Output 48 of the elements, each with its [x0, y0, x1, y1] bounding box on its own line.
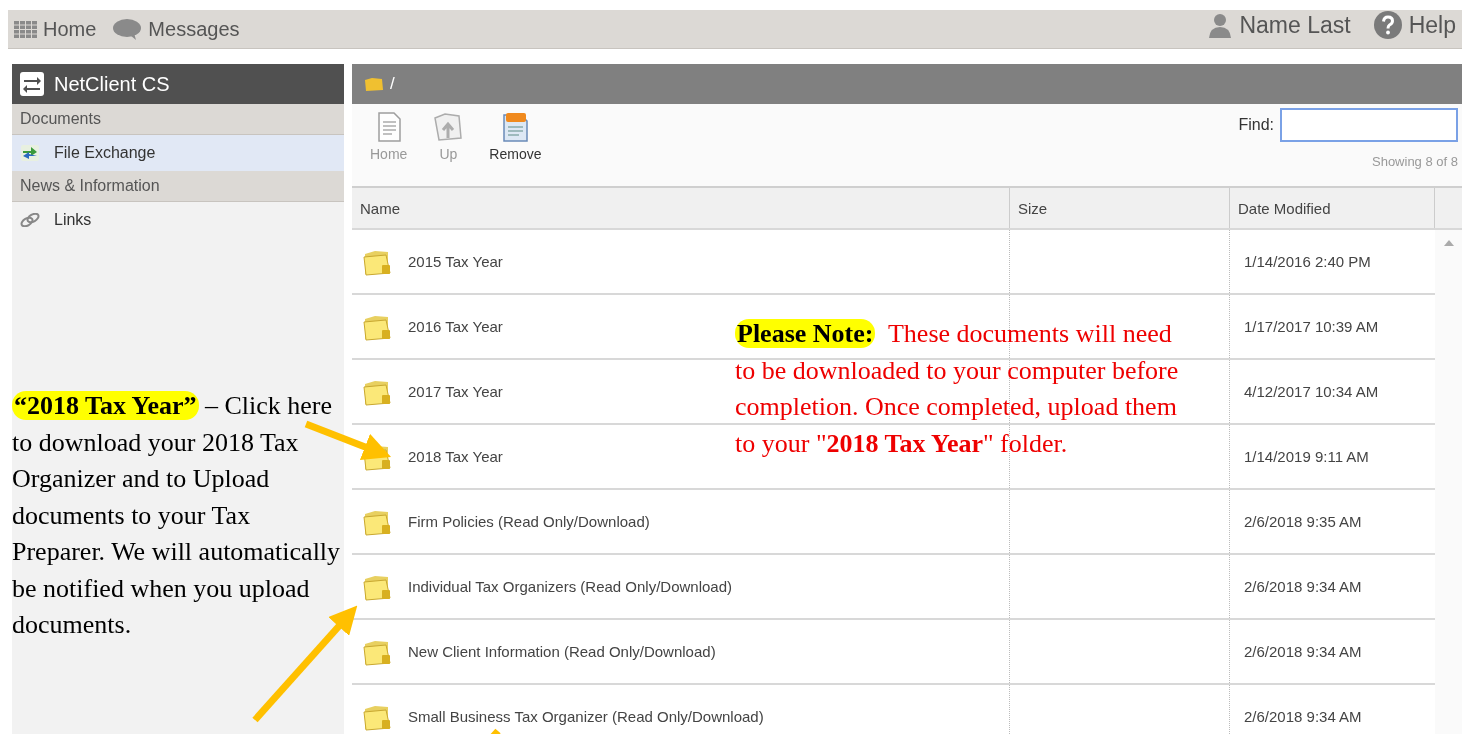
toolbar-button[interactable]: Remove: [483, 112, 548, 162]
folder-name[interactable]: 2015 Tax Year: [408, 253, 503, 270]
result-count: Showing 8 of 8: [1372, 154, 1458, 169]
grid-icon: [14, 20, 37, 38]
table-cell: 1/14/2016 2:40 PM: [1244, 253, 1371, 270]
scrollbar[interactable]: [1435, 230, 1462, 734]
note-text: Please Note: These documents will need to be downloaded to your computer before completion. Once completed, upload them to your "2018 Tax Year" folder.: [735, 318, 1180, 460]
exchange-icon: [20, 144, 40, 162]
find-label: Find:: [1238, 116, 1274, 134]
app-logo-icon: [20, 72, 44, 96]
folder-name[interactable]: 2017 Tax Year: [408, 383, 503, 400]
folder-name[interactable]: 2016 Tax Year: [408, 318, 503, 335]
nav-link[interactable]: Home: [14, 17, 97, 41]
folder-up-icon: [433, 112, 464, 142]
app-title: NetClient CS: [54, 72, 170, 96]
folder-icon: [364, 76, 384, 92]
path-text: /: [390, 74, 395, 94]
scroll-up-icon: [1443, 240, 1454, 246]
table-cell: 4/12/2017 10:34 AM: [1244, 383, 1379, 400]
section-heading: News & Information: [12, 171, 344, 202]
folder-name[interactable]: Firm Policies (Read Only/Download): [408, 513, 650, 530]
column-header[interactable]: Name: [352, 188, 1010, 228]
help-icon: [1372, 10, 1403, 40]
chat-bubble-icon: [112, 18, 143, 40]
table-cell: 1/14/2019 9:11 AM: [1244, 448, 1369, 465]
column-header[interactable]: Date Modified: [1230, 188, 1435, 228]
table-cell: 2/6/2018 9:34 AM: [1244, 708, 1362, 725]
nav-link[interactable]: Name Last: [1207, 11, 1351, 39]
find-field[interactable]: [1280, 108, 1458, 142]
folder-name[interactable]: Small Business Tax Organizer (Read Only/Download): [408, 708, 764, 725]
section-heading: Documents: [12, 104, 344, 135]
table-cell: 1/17/2017 10:39 AM: [1244, 318, 1379, 335]
sidebar-item[interactable]: File Exchange: [12, 135, 344, 171]
table-cell: 2/6/2018 9:34 AM: [1244, 643, 1362, 660]
table-cell: 2/6/2018 9:34 AM: [1244, 578, 1362, 595]
chain-link-icon: [20, 213, 40, 227]
document-icon: [375, 112, 402, 142]
user-icon: [1207, 12, 1234, 38]
sidebar-item[interactable]: Links: [12, 202, 344, 238]
table-cell: 2/6/2018 9:35 AM: [1244, 513, 1362, 530]
new-document-icon: [501, 112, 530, 142]
folder-name[interactable]: New Client Information (Read Only/Download): [408, 643, 716, 660]
callout-text: “2018 Tax Year” – Click here to download your 2018 Tax Organizer and to Upload documents to your Tax Preparer. We will automatically be notified when you upload documents.: [12, 390, 342, 641]
nav-link[interactable]: Messages: [112, 17, 240, 41]
folder-name[interactable]: Individual Tax Organizers (Read Only/Download): [408, 578, 733, 595]
folder-name[interactable]: 2018 Tax Year: [408, 448, 503, 465]
column-header[interactable]: Size: [1010, 188, 1230, 228]
nav-link[interactable]: Help: [1372, 10, 1456, 40]
